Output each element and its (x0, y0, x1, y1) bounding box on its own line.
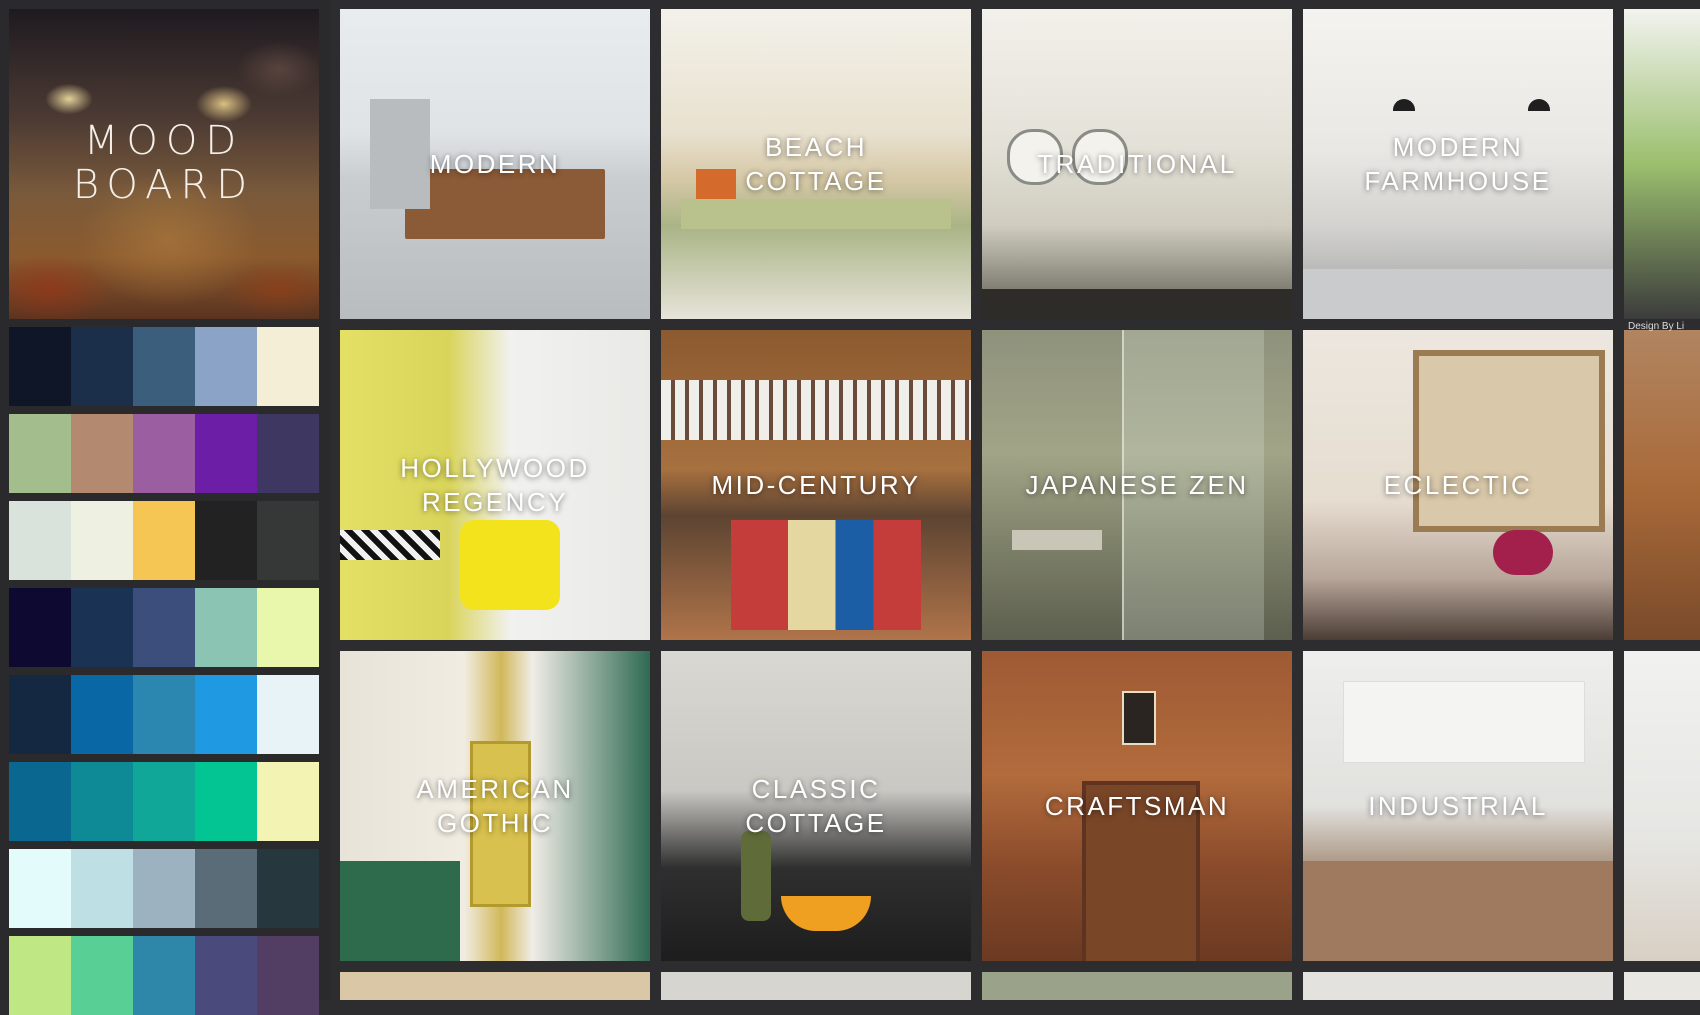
style-tile-farmhouse[interactable]: MODERN FARMHOUSE (1303, 9, 1613, 319)
style-tile-gothic[interactable]: AMERICAN GOTHIC (340, 651, 650, 961)
color-swatch[interactable] (9, 675, 71, 754)
color-swatch[interactable] (9, 762, 71, 841)
style-tile-partial[interactable] (661, 972, 971, 1000)
style-tile-traditional[interactable]: TRADITIONAL (982, 9, 1292, 319)
color-swatch[interactable] (133, 588, 195, 667)
style-tile-label: HOLLYWOOD REGENCY (400, 453, 590, 517)
sidebar: MOOD BOARD (0, 0, 330, 1015)
color-swatch[interactable] (133, 849, 195, 928)
color-swatch[interactable] (257, 762, 319, 841)
style-tile-label: MODERN (429, 149, 561, 179)
color-swatch[interactable] (195, 936, 257, 1015)
color-palette[interactable] (9, 501, 319, 580)
color-swatch[interactable] (9, 414, 71, 493)
color-swatch[interactable] (195, 675, 257, 754)
color-swatch[interactable] (133, 675, 195, 754)
color-swatch[interactable] (195, 849, 257, 928)
color-swatch[interactable] (195, 327, 257, 406)
style-tile-partial2[interactable] (1624, 330, 1700, 640)
style-tile-label: MODERN FARMHOUSE (1364, 132, 1552, 196)
style-tile-beach[interactable]: BEACH COTTAGE (661, 9, 971, 319)
style-tile-label (1624, 330, 1700, 640)
color-swatch[interactable] (257, 414, 319, 493)
color-swatch[interactable] (9, 588, 71, 667)
style-tile-label: TRADITIONAL (1037, 149, 1237, 179)
style-tile-partial3[interactable] (1624, 651, 1700, 961)
color-swatch[interactable] (257, 501, 319, 580)
color-swatch[interactable] (133, 762, 195, 841)
color-swatch[interactable] (257, 936, 319, 1015)
color-swatch[interactable] (9, 327, 71, 406)
style-tile-craftsman[interactable]: CRAFTSMAN (982, 651, 1292, 961)
style-tile-classic[interactable]: CLASSIC COTTAGE (661, 651, 971, 961)
color-swatch[interactable] (71, 414, 133, 493)
style-tile-label: JAPANESE ZEN (1025, 470, 1249, 500)
style-tile-label (1624, 651, 1700, 961)
style-tile-label: BEACH COTTAGE (745, 132, 887, 196)
style-tile-midcentury[interactable]: MID-CENTURY (661, 330, 971, 640)
mood-board-title: MOOD BOARD (72, 118, 256, 208)
mood-board-hero[interactable]: MOOD BOARD (9, 9, 319, 319)
color-swatch[interactable] (195, 762, 257, 841)
style-tile-label: CLASSIC COTTAGE (745, 774, 887, 838)
color-palette[interactable] (9, 588, 319, 667)
color-swatch[interactable] (71, 327, 133, 406)
style-tile-partial[interactable] (1303, 972, 1613, 1000)
color-swatch[interactable] (257, 675, 319, 754)
style-tile-partial[interactable] (340, 972, 650, 1000)
style-tile-modern[interactable]: MODERN (340, 9, 650, 319)
style-tile-eclectic[interactable]: ECLECTIC (1303, 330, 1613, 640)
style-tile-label: CRAFTSMAN (1044, 791, 1230, 821)
color-swatch[interactable] (257, 588, 319, 667)
color-swatch[interactable] (257, 849, 319, 928)
style-tile-industrial[interactable]: INDUSTRIAL (1303, 651, 1613, 961)
color-swatch[interactable] (71, 675, 133, 754)
color-swatch[interactable] (195, 501, 257, 580)
style-tile-partial[interactable] (982, 972, 1292, 1000)
style-tile-partial[interactable] (1624, 972, 1700, 1000)
color-palette[interactable] (9, 327, 319, 406)
color-swatch[interactable] (9, 849, 71, 928)
color-swatch[interactable] (71, 936, 133, 1015)
color-palette[interactable] (9, 762, 319, 841)
color-swatch[interactable] (195, 414, 257, 493)
style-tile-label: ECLECTIC (1383, 470, 1533, 500)
color-swatch[interactable] (71, 762, 133, 841)
color-palette[interactable] (9, 849, 319, 928)
color-swatch[interactable] (195, 588, 257, 667)
color-swatch[interactable] (71, 588, 133, 667)
style-tile-label: INDUSTRIAL (1368, 791, 1548, 821)
style-tile-label: MID-CENTURY (711, 470, 921, 500)
color-palette[interactable] (9, 675, 319, 754)
color-swatch[interactable] (9, 501, 71, 580)
color-swatch[interactable] (71, 849, 133, 928)
style-tile-partial1[interactable] (1624, 9, 1700, 319)
color-swatch[interactable] (133, 414, 195, 493)
color-swatch[interactable] (133, 936, 195, 1015)
color-swatch[interactable] (9, 936, 71, 1015)
color-palette[interactable] (9, 936, 319, 1015)
style-tile-label: AMERICAN GOTHIC (416, 774, 574, 838)
color-swatch[interactable] (133, 327, 195, 406)
style-tile-label (1624, 9, 1700, 319)
color-swatch[interactable] (257, 327, 319, 406)
photo-credit: Design By Li (1628, 321, 1685, 332)
style-tile-zen[interactable]: JAPANESE ZEN (982, 330, 1292, 640)
style-tile-hollywood[interactable]: HOLLYWOOD REGENCY (340, 330, 650, 640)
color-palette[interactable] (9, 414, 319, 493)
color-swatch[interactable] (71, 501, 133, 580)
style-grid: MODERN BEACH COTTAGE TRADITIONAL MODERN FAR… (340, 9, 1700, 1000)
color-swatch[interactable] (133, 501, 195, 580)
